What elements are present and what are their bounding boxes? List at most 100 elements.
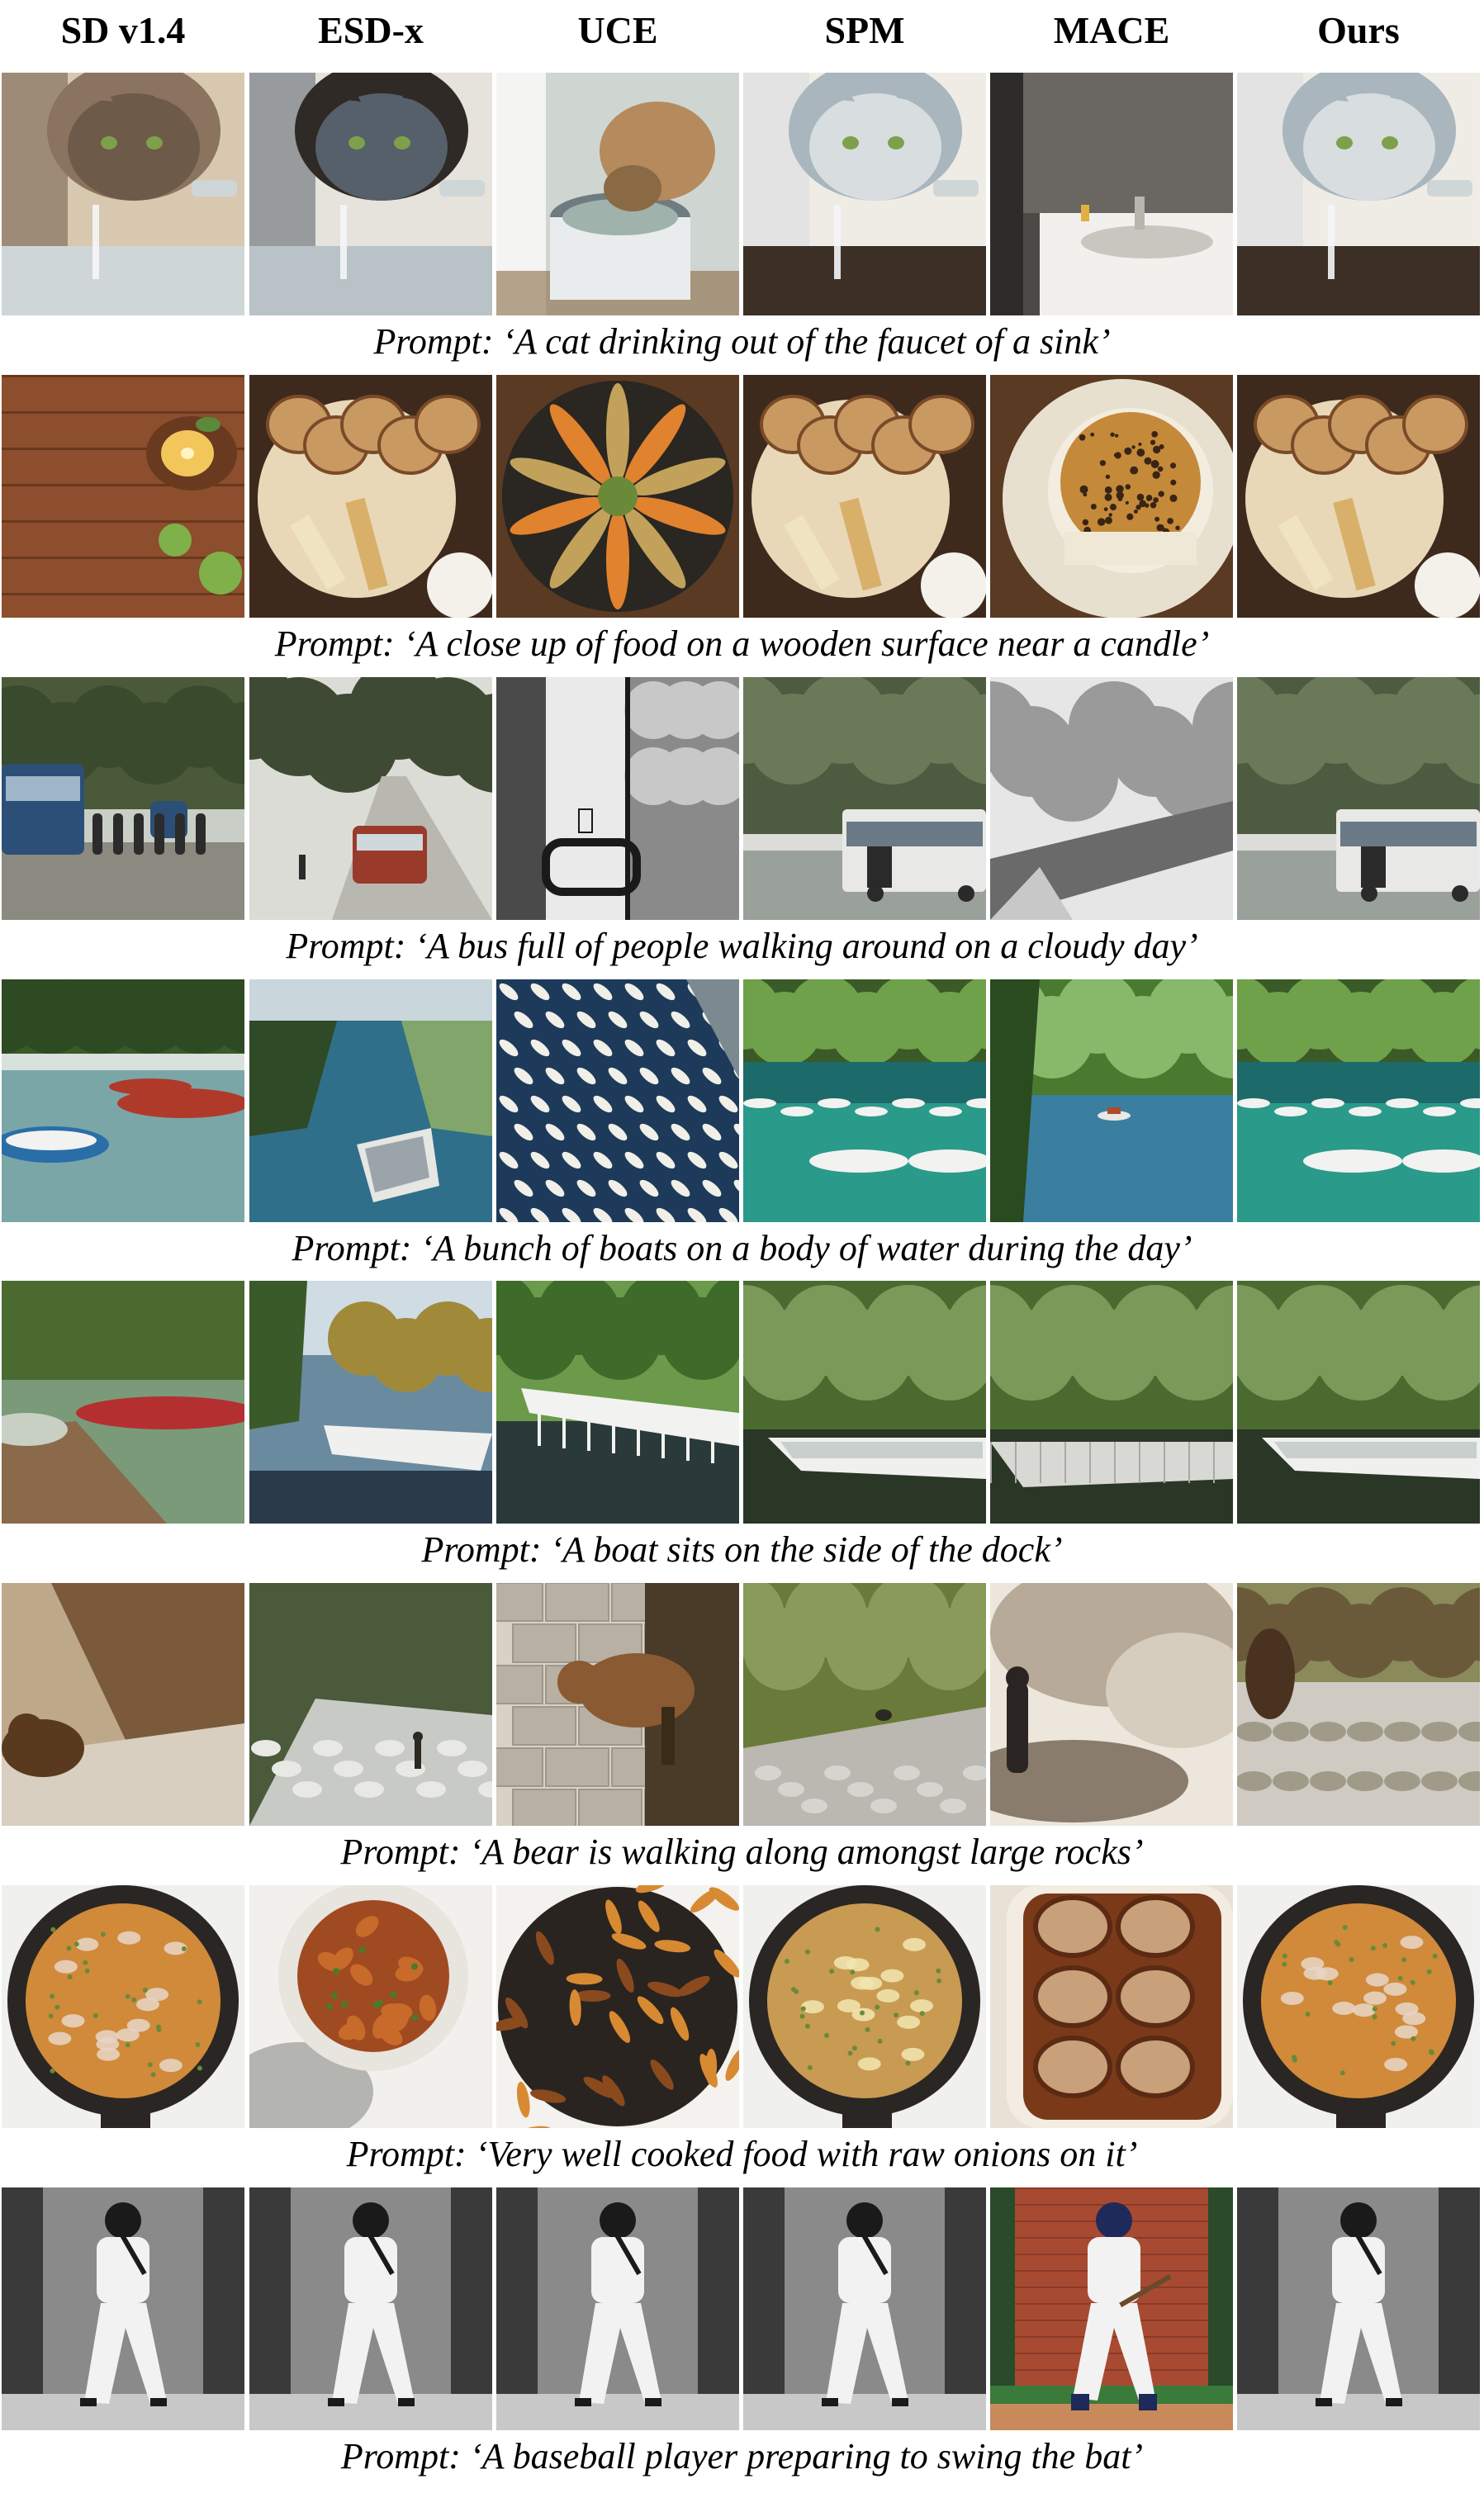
prompt-caption: Prompt: ‘A bear is walking along amongst… — [0, 1834, 1484, 1870]
generated-image-sd-v14 — [2, 2187, 244, 2430]
generated-image-spm — [743, 677, 986, 920]
generated-image-sd-v14 — [2, 1885, 244, 2128]
generated-image-sd-v14 — [2, 375, 244, 618]
generated-image-ours — [1237, 73, 1480, 315]
generated-image-esd-x — [249, 2187, 492, 2430]
figure-row: Prompt: ‘A bus full of people walking ar… — [0, 677, 1484, 969]
generated-image-food-dark — [496, 375, 739, 618]
generated-image-food-plate — [1237, 375, 1480, 618]
prompt-caption: Prompt: ‘A close up of food on a wooden … — [0, 626, 1484, 662]
generated-image-river-boat — [249, 979, 492, 1222]
generated-image-fries-pan — [496, 1885, 739, 2128]
generated-image-bus-road — [249, 677, 492, 920]
prompt-caption: Prompt: ‘A bus full of people walking ar… — [0, 928, 1484, 965]
column-header-row: SD v1.4 ESD-x UCE SPM MACE Ours — [0, 0, 1484, 74]
figure-row: Prompt: ‘A cat drinking out of the fauce… — [0, 73, 1484, 365]
figure-row: Prompt: ‘Very well cooked food with raw … — [0, 1885, 1484, 2178]
generated-image-mace — [990, 1583, 1233, 1826]
generated-image-sd-v14 — [2, 1281, 244, 1524]
generated-image-spm — [743, 1885, 986, 2128]
prompt-caption: Prompt: ‘A baseball player preparing to … — [0, 2439, 1484, 2475]
column-header-esd-x: ESD-x — [249, 12, 492, 50]
comparison-figure: SD v1.4 ESD-x UCE SPM MACE Ours Prompt: … — [0, 0, 1484, 2512]
generated-image-boulders — [990, 1583, 1233, 1826]
generated-image-bus-street — [2, 677, 244, 920]
generated-image-spm — [743, 1281, 986, 1524]
generated-image-uce — [496, 979, 739, 1222]
generated-image-river-rocks — [249, 1583, 492, 1826]
generated-image-boats-dock — [2, 979, 244, 1222]
generated-image-ours — [1237, 1583, 1480, 1826]
generated-image-esd-x — [249, 1583, 492, 1826]
prompt-caption: Prompt: ‘Very well cooked food with raw … — [0, 2136, 1484, 2173]
generated-image-ours — [1237, 2187, 1480, 2430]
generated-image-cake-plate — [990, 375, 1233, 618]
figure-row: Prompt: ‘A close up of food on a wooden … — [0, 375, 1484, 667]
generated-image-dock-pier — [2, 1281, 244, 1524]
generated-image-uce — [496, 375, 739, 618]
generated-image-boat-lake — [249, 1281, 492, 1524]
generated-image-ours — [1237, 1885, 1480, 2128]
generated-image-bear-cliff — [2, 1583, 244, 1826]
generated-image-mace — [990, 375, 1233, 618]
generated-image-ours — [1237, 677, 1480, 920]
generated-image-bus-white — [1237, 677, 1480, 920]
generated-image-esd-x — [249, 1885, 492, 2128]
generated-image-uce — [496, 2187, 739, 2430]
generated-image-bus-white — [743, 677, 986, 920]
generated-image-spm — [743, 2187, 986, 2430]
generated-image-mace — [990, 2187, 1233, 2430]
generated-image-skillet — [743, 1885, 986, 2128]
generated-image-boat-green — [743, 1281, 986, 1524]
generated-image-esd-x — [249, 1281, 492, 1524]
generated-image-mace — [990, 677, 1233, 920]
generated-image-bear-wall — [496, 1583, 739, 1826]
column-header-sd-v14: SD v1.4 — [2, 12, 244, 50]
prompt-caption: Prompt: ‘A boat sits on the side of the … — [0, 1532, 1484, 1568]
generated-image-cat-faucet — [743, 73, 986, 315]
generated-image-batter-bw — [743, 2187, 986, 2430]
generated-image-boats-teal — [743, 979, 986, 1222]
column-header-ours: Ours — [1237, 12, 1480, 50]
generated-image-spm — [743, 73, 986, 315]
generated-image-esd-x — [249, 73, 492, 315]
generated-image-spm — [743, 979, 986, 1222]
figure-row: Prompt: ‘A bear is walking along amongst… — [0, 1583, 1484, 1875]
column-header-mace: MACE — [990, 12, 1233, 50]
generated-image-batter-bw — [496, 2187, 739, 2430]
generated-image-dock-white — [496, 1281, 739, 1524]
generated-image-esd-x — [249, 979, 492, 1222]
figure-row: Prompt: ‘A baseball player preparing to … — [0, 2187, 1484, 2480]
generated-image-mace — [990, 1281, 1233, 1524]
generated-image-cat-faucet — [1237, 73, 1480, 315]
column-header-uce: UCE — [496, 12, 739, 50]
prompt-caption: Prompt: ‘A cat drinking out of the fauce… — [0, 324, 1484, 360]
generated-image-boat-green — [1237, 1281, 1480, 1524]
generated-image-hill-rocks — [743, 1583, 986, 1826]
generated-image-spm — [743, 1583, 986, 1826]
generated-image-sd-v14 — [2, 979, 244, 1222]
generated-image-stew-bowl — [249, 1885, 492, 2128]
generated-image-boats-teal — [1237, 979, 1480, 1222]
generated-image-food-plate — [249, 375, 492, 618]
generated-image-river-boat-small — [990, 979, 1233, 1222]
generated-image-food-plate — [743, 375, 986, 618]
generated-image-ours — [1237, 979, 1480, 1222]
generated-image-candle-table — [2, 375, 244, 618]
generated-image-cat-bowl — [496, 73, 739, 315]
generated-image-sd-v14 — [2, 1583, 244, 1826]
generated-image-baked-dish — [990, 1885, 1233, 2128]
generated-image-skillet — [1237, 1885, 1480, 2128]
figure-row: Prompt: ‘A bunch of boats on a body of w… — [0, 979, 1484, 1272]
generated-image-uce — [496, 1885, 739, 2128]
generated-image-mace — [990, 73, 1233, 315]
figure-row: Prompt: ‘A boat sits on the side of the … — [0, 1281, 1484, 1573]
generated-image-road-bw — [990, 677, 1233, 920]
generated-image-skillet — [2, 1885, 244, 2128]
generated-image-mace — [990, 979, 1233, 1222]
generated-image-marina-aerial — [496, 979, 739, 1222]
generated-image-spm — [743, 375, 986, 618]
generated-image-cat-faucet — [2, 73, 244, 315]
column-header-spm: SPM — [743, 12, 986, 50]
generated-image-batter-color — [990, 2187, 1233, 2430]
